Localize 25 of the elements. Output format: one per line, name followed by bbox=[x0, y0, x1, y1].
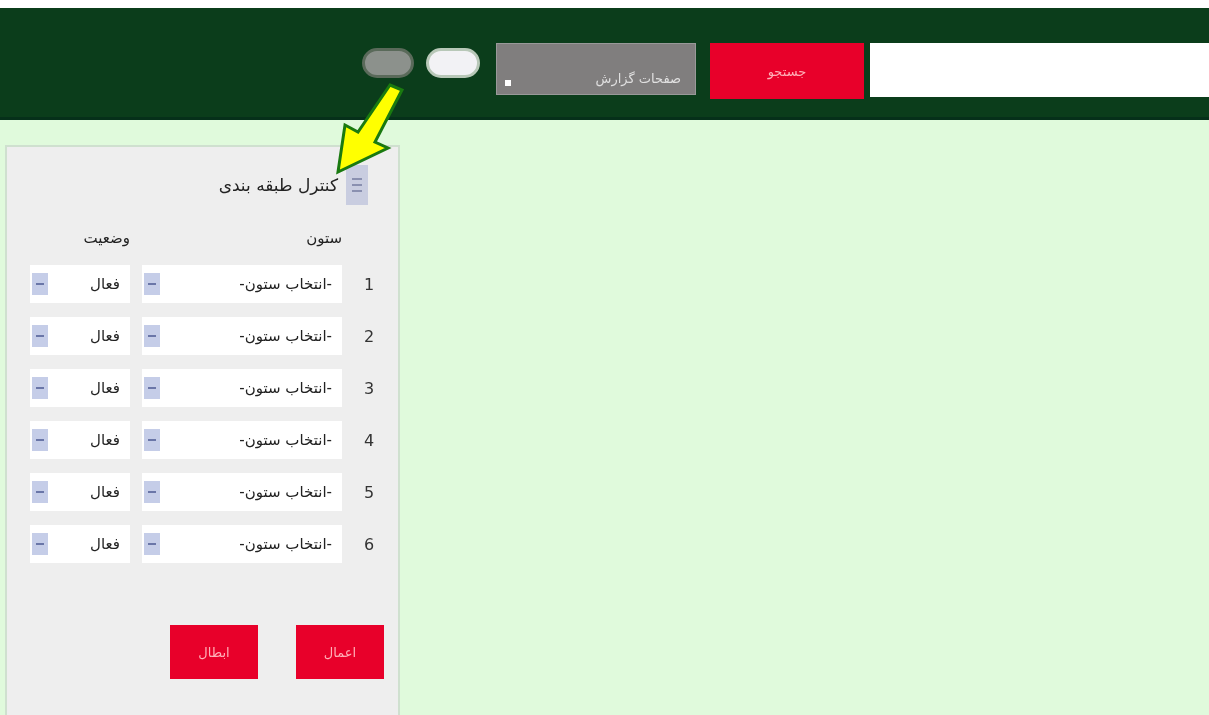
column-select[interactable]: -انتخاب ستون- bbox=[142, 421, 342, 459]
toggle-pill[interactable] bbox=[426, 48, 480, 78]
toggle-pill[interactable] bbox=[362, 48, 414, 78]
panel-title: کنترل طبقه بندی bbox=[218, 175, 338, 195]
column-select[interactable]: -انتخاب ستون- bbox=[142, 525, 342, 563]
row-number: 2 bbox=[362, 326, 376, 346]
column-header: وضعیت bbox=[82, 229, 130, 247]
column-select[interactable]: -انتخاب ستون- bbox=[142, 473, 342, 511]
column-select[interactable]: -انتخاب ستون- bbox=[142, 265, 342, 303]
row-number: 6 bbox=[362, 534, 376, 554]
status-select[interactable]: فعال bbox=[30, 473, 130, 511]
status-select[interactable]: فعال bbox=[30, 265, 130, 303]
column-select[interactable]: -انتخاب ستون- bbox=[142, 369, 342, 407]
column-header: ستون bbox=[305, 229, 342, 247]
row-number: 1 bbox=[362, 274, 376, 294]
status-select[interactable]: فعال bbox=[30, 369, 130, 407]
row-number: 3 bbox=[362, 378, 376, 398]
row-number: 4 bbox=[362, 430, 376, 450]
status-select[interactable]: فعال bbox=[30, 317, 130, 355]
status-select[interactable]: فعال bbox=[30, 525, 130, 563]
status-select[interactable]: فعال bbox=[30, 421, 130, 459]
collapse-icon[interactable] bbox=[346, 165, 368, 205]
column-select[interactable]: -انتخاب ستون- bbox=[142, 317, 342, 355]
row-number: 5 bbox=[362, 482, 376, 502]
search-field[interactable] bbox=[870, 43, 1209, 97]
